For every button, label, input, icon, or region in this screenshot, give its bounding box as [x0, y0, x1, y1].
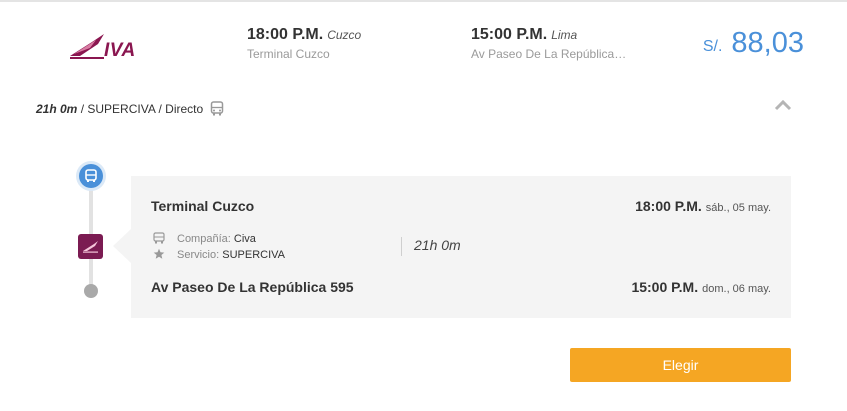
origin-time: 18:00 P.M. sáb., 05 may.	[635, 198, 771, 214]
service-label: Servicio:	[177, 249, 220, 261]
service-info: Servicio: SUPERCIVA	[153, 248, 285, 263]
price-amount: 88,03	[731, 27, 804, 59]
arrival-time: 15:00 P.M. Lima	[471, 26, 578, 43]
civa-logo-icon	[78, 234, 103, 259]
company-value: Civa	[233, 233, 256, 245]
brand-name: IVA	[104, 40, 136, 61]
civa-logo-icon	[70, 34, 104, 59]
chevron-up-icon[interactable]	[773, 98, 793, 112]
destination-time: 15:00 P.M. dom., 06 may.	[631, 279, 771, 295]
top-divider	[0, 0, 847, 2]
company-label: Compañía:	[177, 233, 231, 245]
bus-icon	[210, 101, 224, 119]
departure-time: 18:00 P.M. Cuzco	[247, 26, 362, 43]
arrival-terminal: Av Paseo De La República 5...	[471, 47, 629, 61]
departure-terminal: Terminal Cuzco	[247, 47, 330, 61]
detail-card-pointer	[113, 229, 131, 263]
detail-duration: 21h 0m	[414, 237, 461, 253]
destination-name: Av Paseo De La República 595	[151, 279, 354, 295]
origin-name: Terminal Cuzco	[151, 198, 255, 214]
trip-summary-rest: / SUPERCIVA / Directo	[77, 102, 204, 116]
arrival-city: Lima	[551, 28, 578, 42]
choose-button[interactable]: Elegir	[570, 348, 791, 382]
price-currency: S/.	[702, 38, 723, 55]
timeline-end-dot-icon	[84, 284, 98, 298]
trip-summary: 21h 0m / SUPERCIVA / Directo	[36, 101, 224, 119]
duration-divider	[401, 237, 402, 256]
timeline-bus-icon	[79, 164, 103, 188]
bus-icon	[153, 232, 165, 247]
price: S/. 88,03	[703, 27, 804, 60]
departure-city: Cuzco	[327, 28, 362, 42]
route-detail-card: Terminal Cuzco 18:00 P.M. sáb., 05 may. C…	[131, 176, 791, 318]
company-info: Compañía: Civa	[153, 232, 256, 247]
origin-date: sáb., 05 may.	[705, 202, 771, 214]
star-icon	[153, 248, 165, 263]
trip-duration: 21h 0m	[36, 102, 78, 116]
service-value: SUPERCIVA	[222, 249, 286, 261]
destination-date: dom., 06 may.	[702, 283, 771, 295]
